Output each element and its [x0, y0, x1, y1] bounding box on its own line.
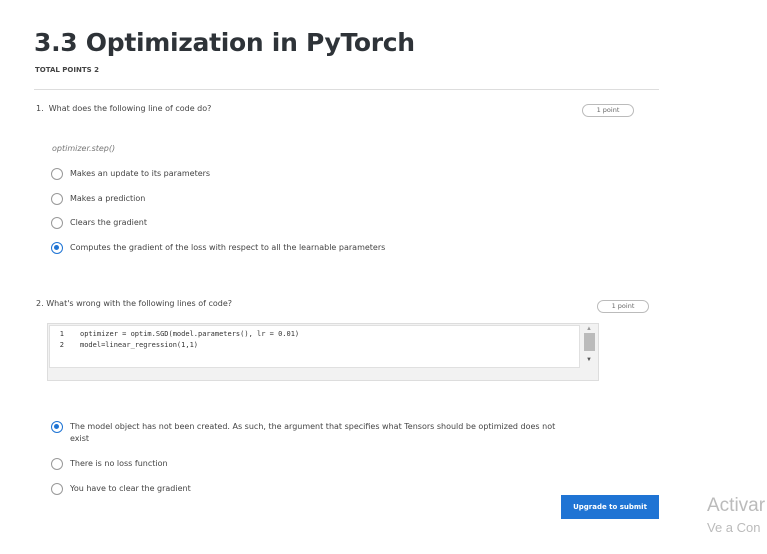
code-line: 1 optimizer = optim.SGD(model.parameters(… [50, 330, 579, 341]
scrollbar[interactable]: ▲ ▼ [582, 326, 596, 376]
option-2-2[interactable]: There is no loss function [51, 458, 168, 470]
option-1-2[interactable]: Makes a prediction [51, 193, 145, 205]
upgrade-to-submit-button[interactable]: Upgrade to submit [561, 495, 659, 519]
option-label: Computes the gradient of the loss with r… [70, 243, 386, 252]
code-line: 2 model=linear_regression(1,1) [50, 341, 579, 352]
option-label: Clears the gradient [70, 218, 148, 227]
scroll-up-icon[interactable]: ▲ [582, 326, 596, 332]
radio-button[interactable] [51, 168, 63, 180]
radio-button-selected[interactable] [51, 242, 63, 254]
points-badge: 1 point [582, 104, 634, 117]
option-label: Makes an update to its parameters [70, 169, 211, 178]
total-points: TOTAL POINTS 2 [35, 66, 99, 74]
line-number: 1 [59, 330, 64, 338]
line-number: 2 [59, 341, 64, 349]
option-2-3[interactable]: You have to clear the gradient [51, 483, 191, 495]
option-label: There is no loss function [70, 459, 168, 468]
option-1-1[interactable]: Makes an update to its parameters [51, 168, 210, 180]
option-1-4[interactable]: Computes the gradient of the loss with r… [51, 242, 385, 254]
code-text: model=linear_regression(1,1) [80, 341, 199, 349]
code-snippet: optimizer.step() [52, 144, 116, 153]
option-label: You have to clear the gradient [70, 484, 191, 493]
option-label: The model object has not been created. A… [70, 422, 556, 443]
activation-watermark-title: Activar [707, 495, 766, 516]
radio-button[interactable] [51, 217, 63, 229]
code-text: optimizer = optim.SGD(model.parameters()… [80, 330, 300, 338]
option-2-1[interactable]: The model object has not been created. A… [51, 421, 561, 445]
scroll-down-icon[interactable]: ▼ [582, 357, 596, 363]
radio-button[interactable] [51, 483, 63, 495]
divider [34, 89, 659, 90]
question-1: 1. What does the following line of code … [36, 104, 211, 113]
code-editor[interactable]: 1 optimizer = optim.SGD(model.parameters(… [47, 323, 599, 381]
question-2: 2. What's wrong with the following lines… [36, 299, 232, 308]
radio-button[interactable] [51, 458, 63, 470]
option-1-3[interactable]: Clears the gradient [51, 217, 147, 229]
scroll-thumb[interactable] [583, 333, 595, 351]
points-badge: 1 point [597, 300, 649, 313]
option-label: Makes a prediction [70, 194, 146, 203]
question-text: What does the following line of code do? [48, 104, 212, 113]
activation-watermark-subtitle: Ve a Con [707, 520, 761, 535]
page-title: 3.3 Optimization in PyTorch [34, 28, 415, 57]
question-number: 1. [36, 104, 44, 113]
radio-button-selected[interactable] [51, 421, 63, 433]
radio-button[interactable] [51, 193, 63, 205]
question-number: 2. [36, 299, 44, 308]
question-text: What's wrong with the following lines of… [46, 299, 232, 308]
